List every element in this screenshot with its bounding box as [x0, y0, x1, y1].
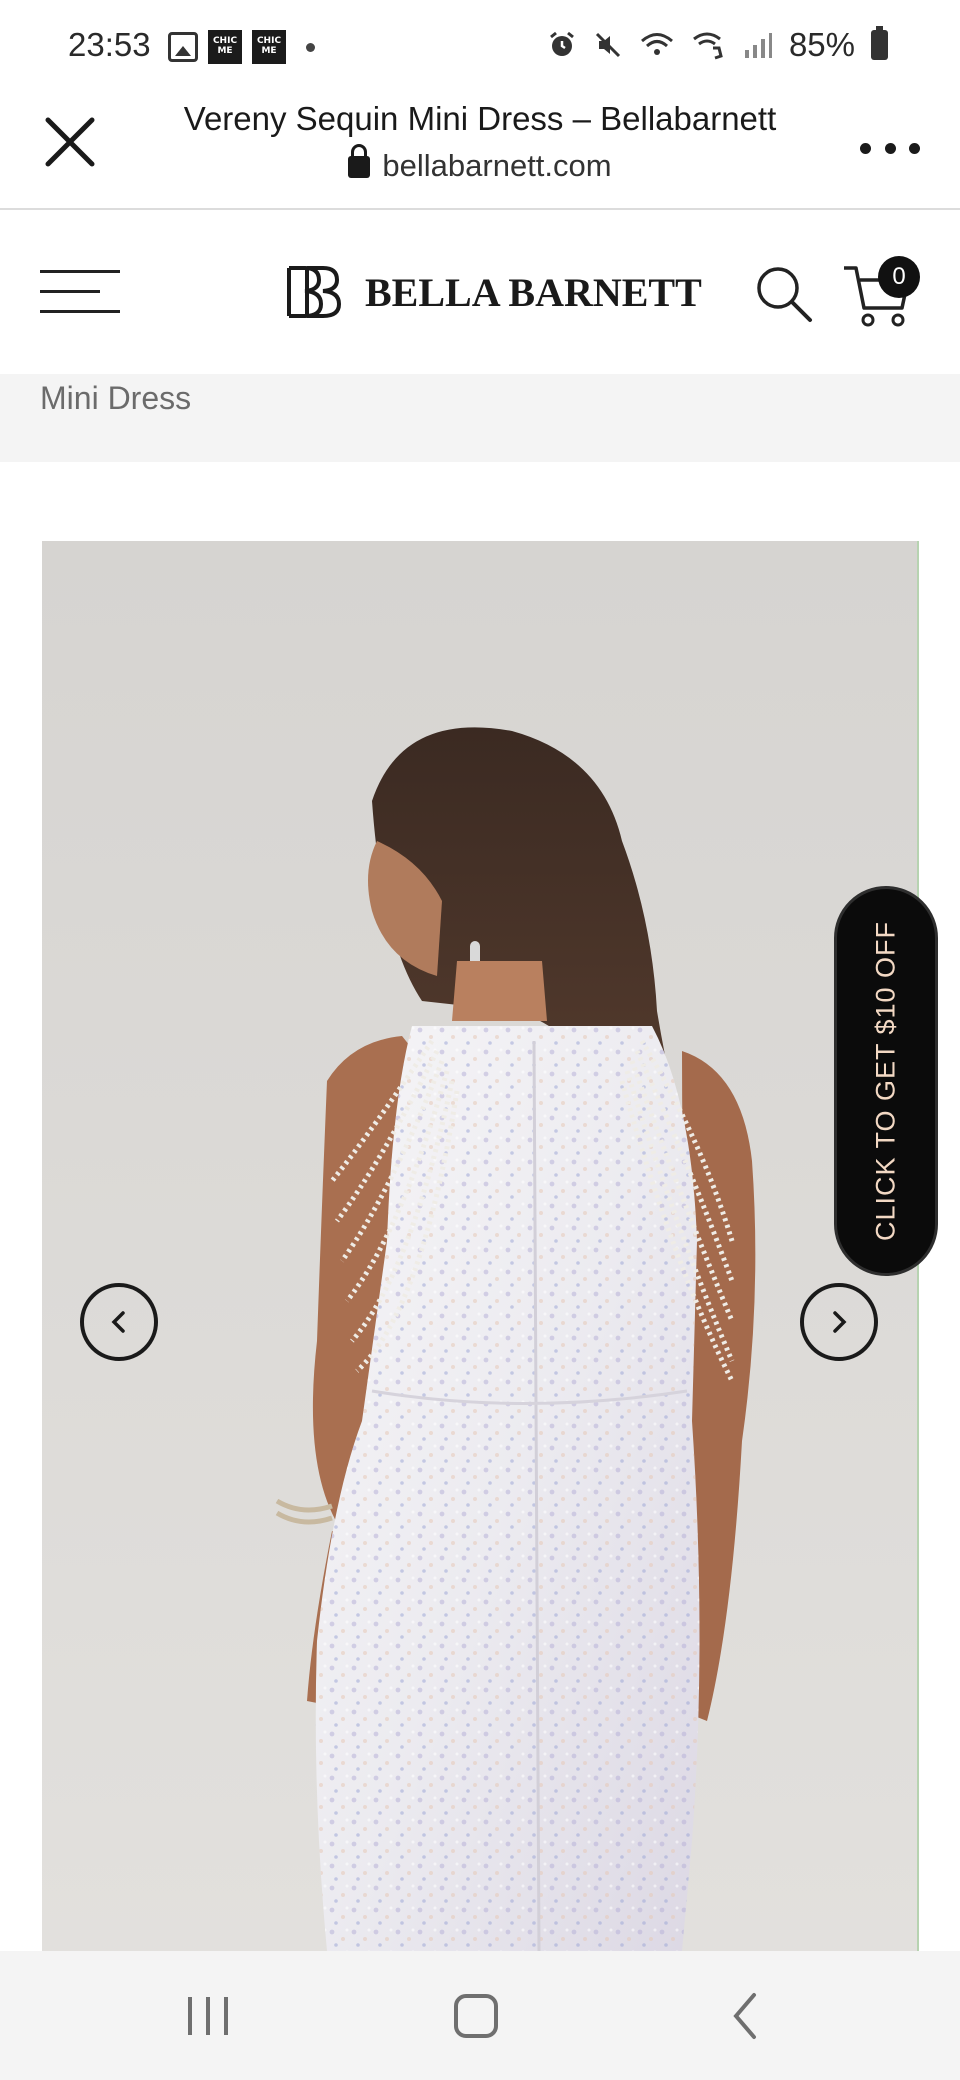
notification-icons: CHIC ME CHIC ME	[168, 30, 315, 64]
system-icons: 85%	[547, 26, 888, 64]
home-icon[interactable]	[436, 1981, 516, 2051]
page-url[interactable]: bellabarnett.com	[130, 144, 830, 184]
breadcrumb-current: Mini Dress	[40, 380, 192, 416]
site-logo[interactable]: BELLA BARNETT	[275, 260, 702, 324]
browser-toolbar: Vereny Sequin Mini Dress – Bellabarnett …	[0, 92, 960, 210]
recent-apps-icon[interactable]	[168, 1981, 248, 2051]
logo-text: BELLA BARNETT	[365, 269, 702, 315]
product-pager-icons[interactable]	[748, 374, 908, 380]
menu-icon[interactable]	[40, 270, 120, 314]
chevron-left-icon	[111, 1311, 125, 1333]
mute-icon	[595, 32, 620, 58]
status-bar: 23:53 CHIC ME CHIC ME 85%	[0, 0, 960, 92]
dot-icon	[306, 42, 315, 52]
lock-icon	[348, 144, 371, 178]
alarm-icon	[550, 31, 574, 56]
discount-promo-tab[interactable]: CLICK TO GET $10 OFF	[834, 886, 938, 1276]
site-header: BELLA BARNETT 0	[0, 210, 960, 374]
chevron-right-icon	[833, 1311, 847, 1333]
chic-me-icon: CHIC ME	[208, 30, 242, 64]
signal-icon	[744, 33, 772, 58]
back-icon[interactable]	[706, 1981, 786, 2051]
page-title: Vereny Sequin Mini Dress – Bellabarnett	[183, 100, 777, 137]
battery-icon	[871, 26, 888, 60]
url-text: bellabarnett.com	[382, 148, 612, 183]
close-icon[interactable]	[40, 112, 100, 172]
system-navigation-bar	[0, 1951, 960, 2080]
logo-mark-icon	[287, 266, 342, 318]
promo-label: CLICK TO GET $10 OFF	[870, 920, 901, 1242]
image-icon	[168, 32, 198, 62]
wifi-call-icon	[693, 32, 723, 60]
gallery-next-button[interactable]	[800, 1283, 878, 1361]
product-image-gallery[interactable]	[42, 541, 919, 1951]
more-options-icon[interactable]	[860, 128, 920, 168]
battery-level: 85%	[788, 26, 855, 63]
status-time: 23:53	[68, 26, 151, 63]
breadcrumb-cutoff-marks	[430, 374, 650, 380]
breadcrumb: Mini Dress	[0, 374, 960, 462]
chic-me-icon: CHIC ME	[252, 30, 286, 64]
product-photo	[42, 541, 917, 1951]
cart-count-badge: 0	[878, 256, 920, 298]
gallery-prev-button[interactable]	[80, 1283, 158, 1361]
wifi-icon	[640, 33, 673, 55]
search-icon[interactable]	[752, 262, 814, 324]
